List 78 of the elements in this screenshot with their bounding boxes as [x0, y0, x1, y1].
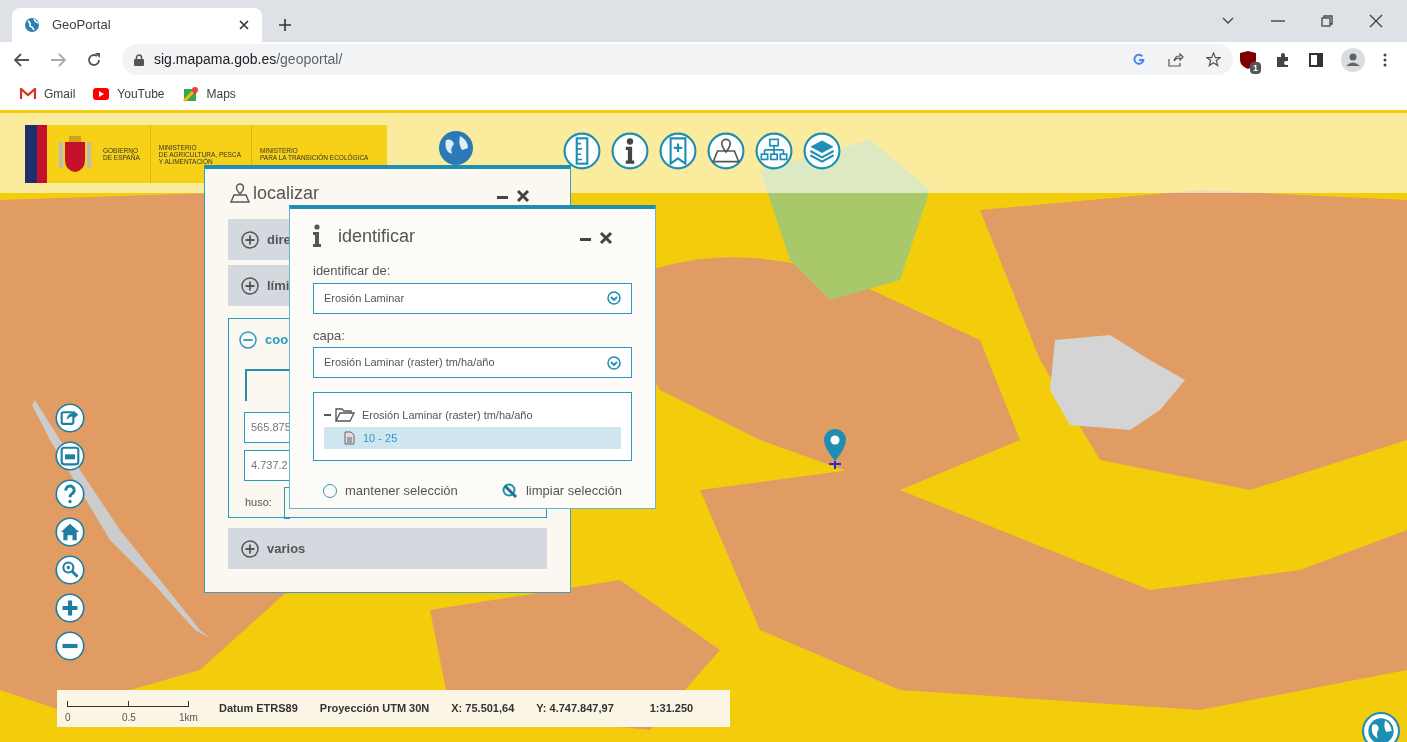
- new-tab-icon[interactable]: [278, 18, 292, 32]
- map-pin-icon[interactable]: [707, 132, 745, 170]
- field-label: identificar de:: [313, 262, 392, 280]
- globe-icon[interactable]: [1362, 712, 1400, 742]
- play-icon: [93, 87, 110, 100]
- scale-label: 0.5: [122, 710, 136, 725]
- info-icon[interactable]: [611, 132, 649, 170]
- clear-selection-button[interactable]: limpiar selección: [501, 481, 622, 501]
- back-arrow-icon[interactable]: [14, 52, 30, 67]
- expand-icon: [241, 230, 259, 249]
- ruler-icon[interactable]: [563, 132, 601, 170]
- chevron-down-icon: [607, 355, 621, 370]
- side-panel-icon[interactable]: [1309, 53, 1323, 67]
- chevron-down-icon[interactable]: [1221, 16, 1235, 26]
- zoom-in-icon[interactable]: [55, 593, 85, 623]
- bookmark-link[interactable]: Maps: [182, 84, 236, 103]
- share-icon[interactable]: [55, 403, 85, 433]
- scale-label: 0: [65, 710, 71, 725]
- collapse-icon: [239, 330, 257, 349]
- coordinate-field[interactable]: 4.737.2: [244, 450, 291, 481]
- status-text: 1:31.250: [649, 701, 694, 717]
- close-icon[interactable]: [1369, 14, 1383, 28]
- profile-avatar-icon[interactable]: [1341, 48, 1365, 72]
- panel-title: localizar: [253, 181, 320, 205]
- source-select[interactable]: Erosión Laminar: [313, 282, 632, 314]
- scale-label: 1km: [179, 710, 198, 725]
- bookmark-link[interactable]: Gmail: [20, 84, 76, 103]
- coat-of-arms-icon: [57, 134, 93, 174]
- status-text: Datum ETRS89: [219, 701, 298, 717]
- coordinate-field[interactable]: 565.875: [244, 412, 291, 443]
- puzzle-icon[interactable]: [1275, 52, 1291, 68]
- status-text: Proyección UTM 30N: [319, 701, 430, 717]
- globe-logo-icon: [438, 130, 474, 166]
- close-icon[interactable]: [516, 189, 530, 203]
- keep-selection-radio[interactable]: mantener selección: [323, 481, 458, 501]
- document-icon: [344, 431, 355, 445]
- bookmark-link[interactable]: YouTube: [93, 84, 165, 103]
- help-icon[interactable]: [55, 479, 85, 509]
- share-icon[interactable]: [1168, 52, 1184, 67]
- extension-badge: 1: [1250, 62, 1261, 74]
- tree-folder[interactable]: Erosión Laminar (raster) tm/ha/año: [324, 405, 621, 425]
- layers-icon[interactable]: [803, 132, 841, 170]
- reload-icon[interactable]: [86, 51, 102, 68]
- accordion-header[interactable]: varios: [228, 528, 547, 569]
- menu-dots-icon[interactable]: [1383, 53, 1387, 67]
- bookmark-icon[interactable]: [659, 132, 697, 170]
- close-icon[interactable]: [238, 19, 250, 31]
- status-text: Y: 4.747.847,97: [536, 701, 614, 717]
- mail-icon: [20, 87, 36, 100]
- map-pin-icon: [229, 182, 251, 204]
- info-icon: [312, 224, 322, 248]
- forward-arrow-icon[interactable]: [50, 52, 66, 67]
- map-marker-icon: [822, 428, 848, 470]
- zoom-icon[interactable]: [55, 555, 85, 585]
- star-icon[interactable]: [1206, 52, 1221, 67]
- field-label: capa:: [313, 326, 346, 345]
- save-icon[interactable]: [55, 441, 85, 471]
- field-label: huso:: [245, 495, 272, 510]
- hierarchy-icon[interactable]: [755, 132, 793, 170]
- map-pin-icon: [182, 85, 199, 102]
- restore-icon[interactable]: [1321, 15, 1333, 27]
- flag-stripe: [25, 125, 47, 183]
- google-icon[interactable]: [1132, 52, 1146, 67]
- browser-tab[interactable]: GeoPortal: [12, 8, 262, 42]
- folder-icon: [335, 408, 355, 422]
- url-text: sig.mapama.gob.es/geoportal/: [154, 50, 344, 69]
- expand-icon: [241, 539, 259, 558]
- globe-icon: [24, 17, 40, 33]
- close-icon[interactable]: [599, 231, 613, 245]
- lock-icon: [134, 53, 144, 66]
- expand-icon: [241, 276, 259, 295]
- panel-title: identificar: [338, 224, 416, 248]
- zoom-out-icon[interactable]: [55, 631, 85, 661]
- chevron-down-icon: [607, 291, 621, 305]
- address-bar[interactable]: sig.mapama.gob.es/geoportal/: [122, 44, 1233, 75]
- layer-select[interactable]: Erosión Laminar (raster) tm/ha/año: [313, 347, 632, 378]
- home-icon[interactable]: [55, 517, 85, 547]
- status-text: X: 75.501,64: [451, 701, 515, 717]
